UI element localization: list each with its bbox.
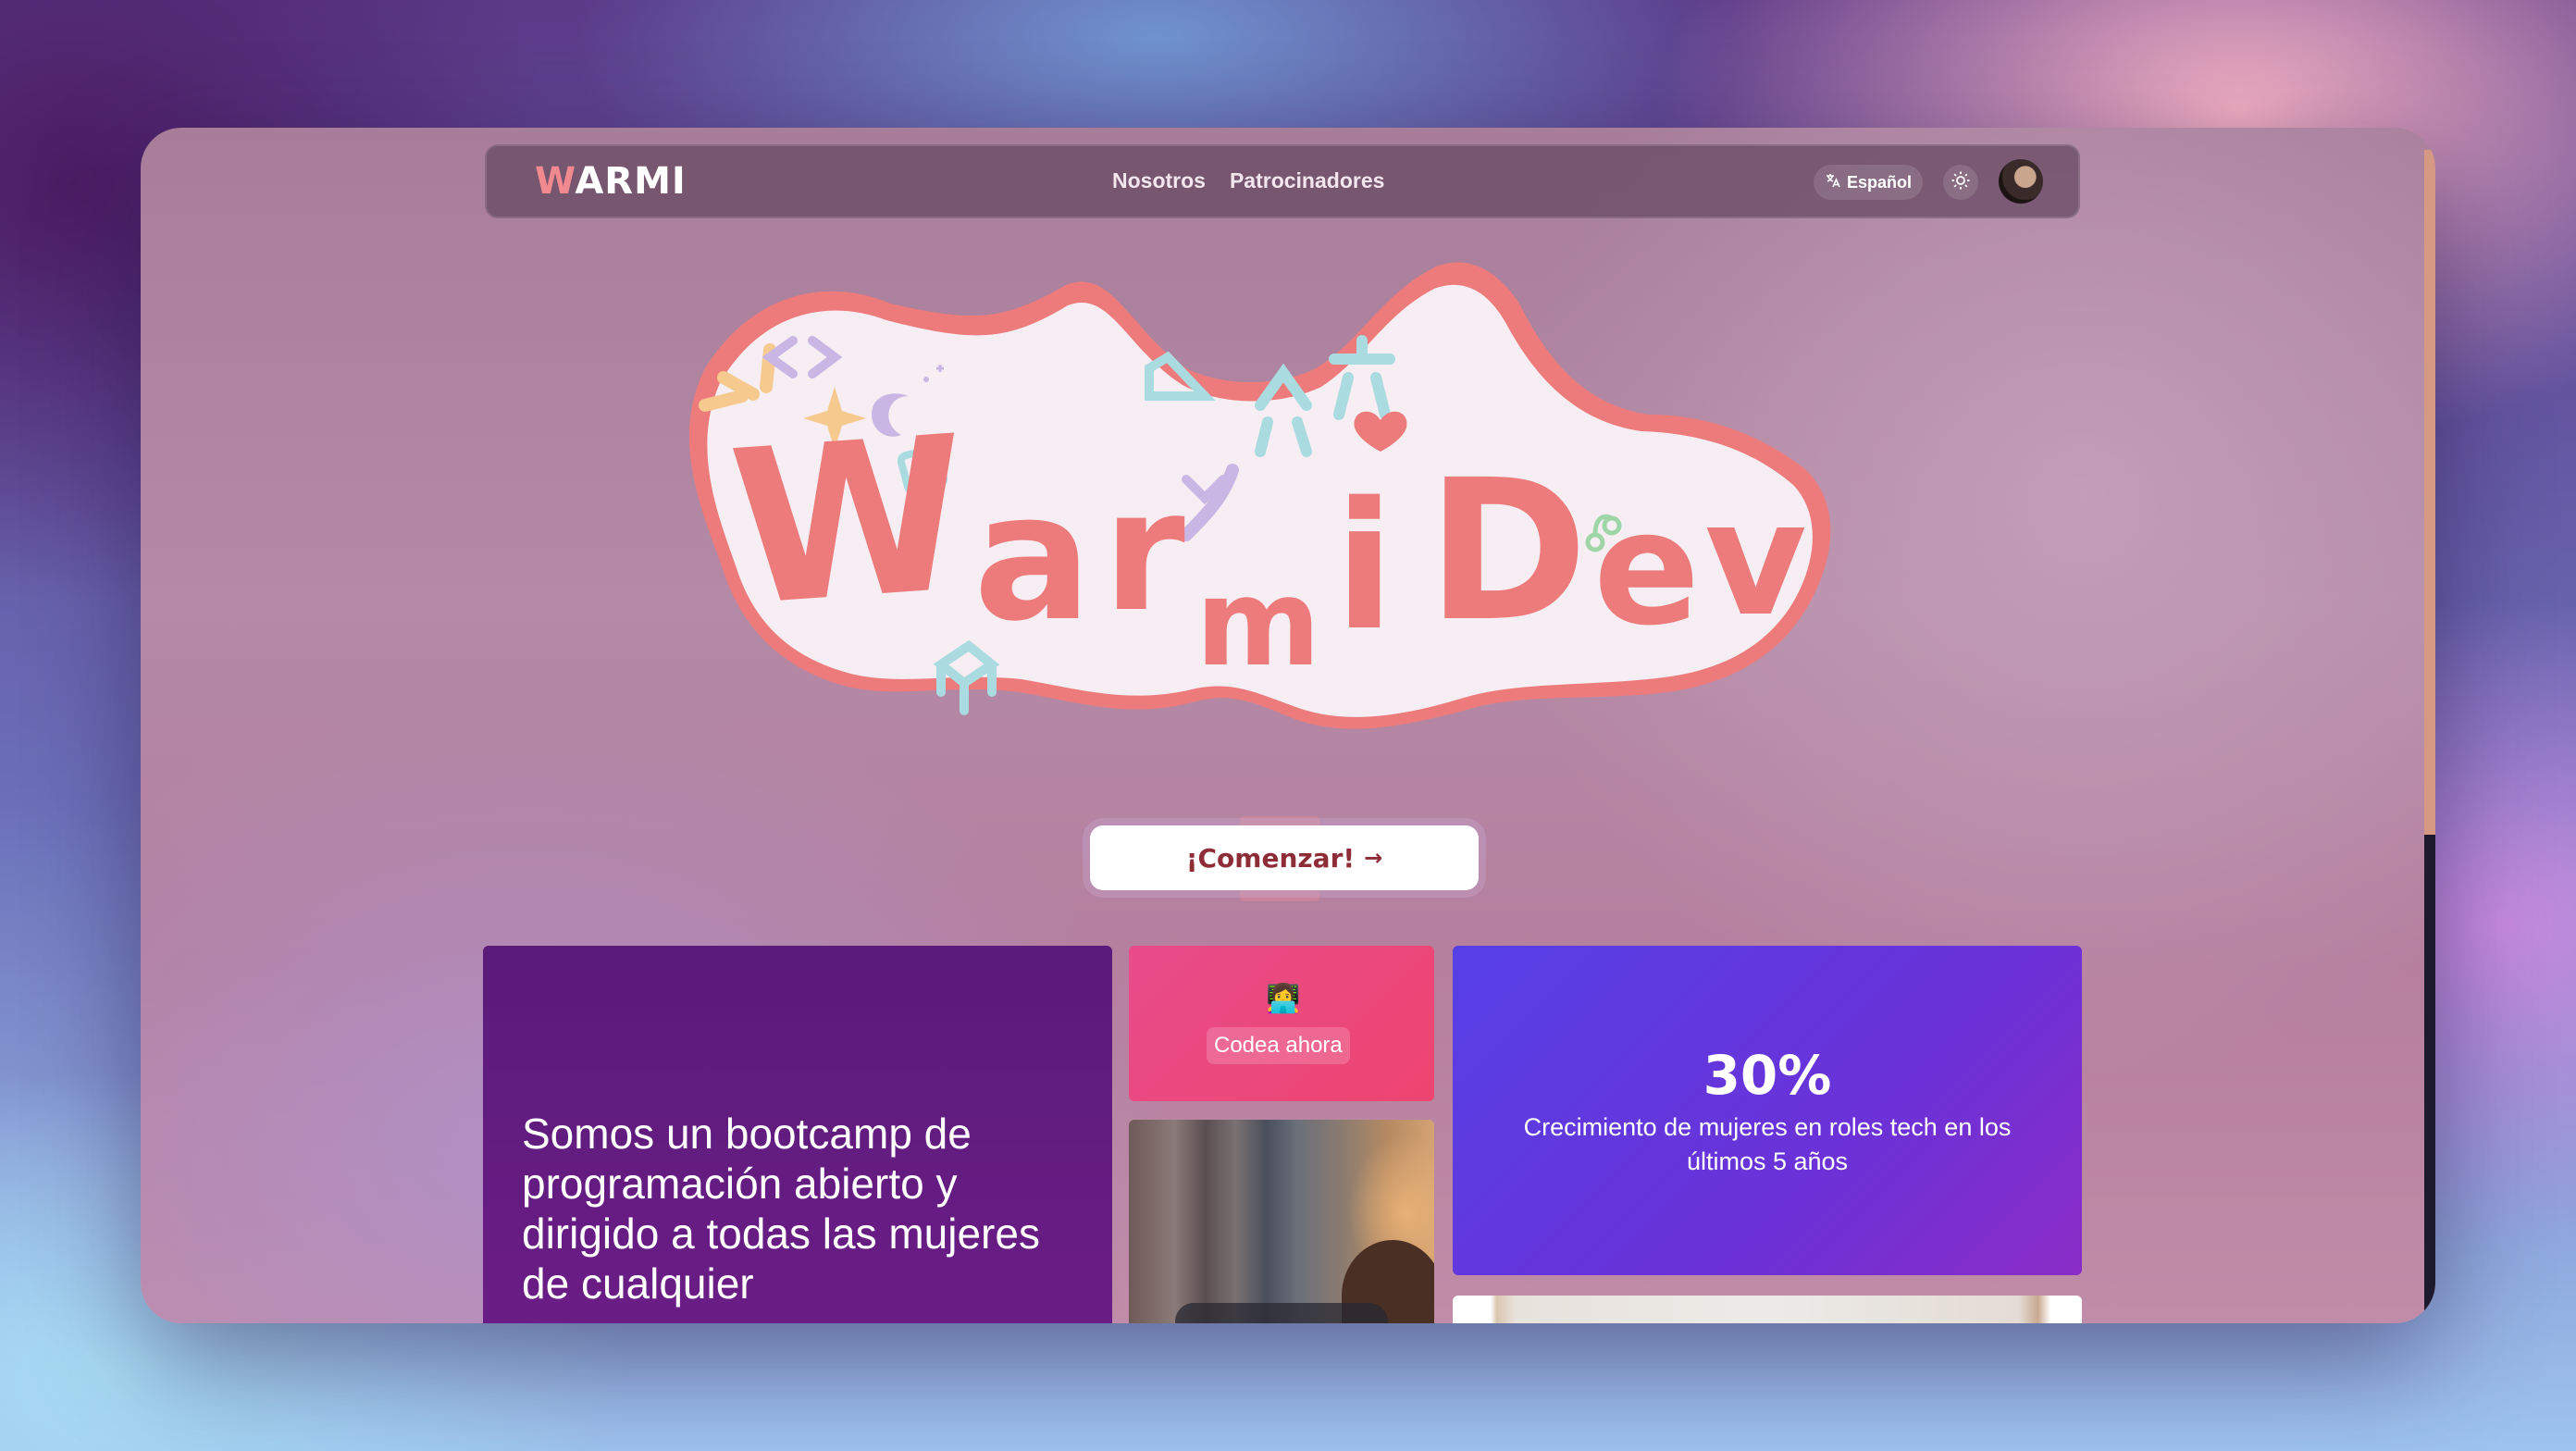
navbar: WARMI Nosotros Patrocinadores Español (485, 144, 2080, 218)
translate-icon (1825, 172, 1841, 193)
nav-link-patrocinadores[interactable]: Patrocinadores (1230, 167, 1384, 194)
code-now-label: Codea ahora (1207, 1027, 1350, 1064)
language-label: Español (1847, 172, 1913, 192)
user-avatar[interactable] (1999, 159, 2043, 204)
code-now-card[interactable]: 👩‍💻 Codea ahora (1129, 946, 1434, 1101)
mission-text: Somos un bootcamp de programación abiert… (522, 1110, 1040, 1308)
svg-text:r: r (1103, 455, 1185, 649)
photo-card (1129, 1120, 1434, 1323)
svg-text:e: e (1593, 477, 1700, 661)
image-card (1453, 1296, 2082, 1323)
language-button[interactable]: Español (1814, 165, 1924, 200)
svg-text:m: m (1195, 552, 1320, 693)
svg-text:i: i (1334, 465, 1394, 669)
svg-text:D: D (1427, 438, 1588, 664)
scroll-edge (2424, 150, 2435, 835)
svg-text:a: a (973, 455, 1092, 660)
photo-overlay-bar (1175, 1303, 1388, 1323)
stat-card: 30% Crecimiento de mujeres en roles tech… (1453, 946, 2082, 1275)
logo-rest: ARMI (575, 160, 687, 203)
browser-window: WARMI Nosotros Patrocinadores Español W … (141, 128, 2435, 1323)
nav-links: Nosotros Patrocinadores (1112, 167, 1384, 194)
warmidev-illustration: W a r m i D e v (688, 262, 1831, 729)
stat-description: Crecimiento de mujeres en roles tech en … (1523, 1113, 2012, 1175)
site-logo[interactable]: WARMI (535, 159, 687, 204)
coder-emoji-icon: 👩‍💻 (1266, 983, 1301, 1015)
start-button[interactable]: ¡Comenzar! → (1090, 825, 1479, 890)
nav-link-nosotros[interactable]: Nosotros (1112, 167, 1206, 194)
sun-icon (1951, 170, 1971, 194)
stat-value: 30% (1703, 1044, 1832, 1107)
theme-toggle-button[interactable] (1943, 165, 1978, 200)
svg-text:W: W (724, 391, 975, 654)
hero-logo: W a r m i D e v (668, 257, 1908, 757)
scroll-edge-dark (2424, 835, 2435, 1323)
svg-text:v: v (1704, 468, 1807, 651)
arrow-right-icon: → (1364, 845, 1383, 871)
mission-card: Somos un bootcamp de programación abiert… (483, 946, 1112, 1323)
start-button-label: ¡Comenzar! (1185, 842, 1356, 874)
logo-w: W (535, 160, 576, 203)
